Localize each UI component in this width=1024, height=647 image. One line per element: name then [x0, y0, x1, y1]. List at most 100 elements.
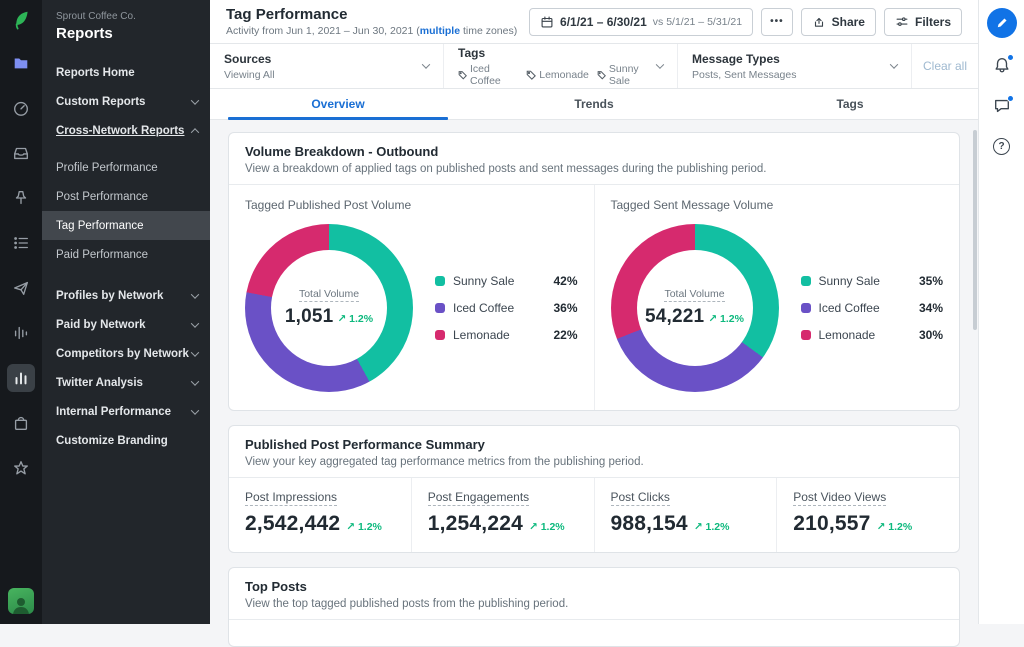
help-button[interactable]: ?: [993, 138, 1010, 155]
legend-swatch: [435, 303, 445, 313]
sidebar-item-paid-performance[interactable]: Paid Performance: [42, 240, 210, 269]
page-title: Tag Performance: [226, 6, 348, 23]
main-content: Tag Performance Activity from Jun 1, 202…: [210, 0, 978, 647]
sidebar-item-cross-network-reports[interactable]: Cross-Network Reports: [42, 116, 210, 145]
chevron-down-icon: [190, 347, 200, 357]
user-avatar[interactable]: [8, 588, 34, 614]
legend-swatch: [435, 276, 445, 286]
sources-filter-dropdown[interactable]: Sources Viewing All: [210, 44, 444, 88]
metric-post-clicks: Post Clicks 988,154 ↗ 1.2%: [595, 478, 778, 552]
notifications-button[interactable]: [993, 54, 1014, 79]
performance-summary-card: Published Post Performance Summary View …: [228, 425, 960, 553]
sliders-icon: [896, 16, 908, 26]
chart-title: Tagged Published Post Volume: [245, 198, 412, 212]
card-title: Top Posts: [245, 579, 307, 594]
delta-badge: ↗ 1.2%: [708, 313, 744, 325]
share-button[interactable]: Share: [800, 7, 876, 36]
sidebar-item-label: Cross-Network Reports: [56, 124, 185, 137]
sent-message-volume-panel: Tagged Sent Message Volume Total Volume …: [593, 185, 960, 410]
org-name: Sprout Coffee Co.: [56, 11, 136, 22]
sidebar-item-custom-reports[interactable]: Custom Reports: [42, 87, 210, 116]
chart-title: Tagged Sent Message Volume: [610, 198, 774, 212]
tags-filter-dropdown[interactable]: Tags Iced Coffee Lemonade Sunny Sale: [444, 44, 678, 88]
legend-swatch: [800, 330, 811, 340]
pin-icon[interactable]: [7, 184, 35, 212]
sidebar-item-label: Profile Performance: [56, 161, 158, 174]
chevron-down-icon: [190, 376, 200, 386]
legend-item: Lemonade 22%: [435, 328, 578, 342]
commerce-icon[interactable]: [7, 409, 35, 437]
legend-item: Sunny Sale 42%: [435, 274, 578, 288]
sprout-logo-icon[interactable]: [10, 9, 32, 31]
legend-item: Lemonade 30%: [800, 328, 943, 342]
more-button[interactable]: •••: [761, 7, 793, 36]
notification-dot: [1006, 54, 1014, 61]
chevron-down-icon: [190, 405, 200, 415]
sidebar-item-profile-performance[interactable]: Profile Performance: [42, 153, 210, 182]
legend-swatch: [435, 330, 445, 340]
report-header: Tag Performance Activity from Jun 1, 202…: [210, 0, 978, 44]
card-description: View the top tagged published posts from…: [245, 598, 569, 610]
sidebar-item-customize-branding[interactable]: Customize Branding: [42, 426, 210, 455]
sidebar-item-twitter-analysis[interactable]: Twitter Analysis: [42, 368, 210, 397]
list-icon[interactable]: [7, 229, 35, 257]
sidebar-item-post-performance[interactable]: Post Performance: [42, 182, 210, 211]
delta-badge: ↗ 1.2%: [337, 313, 374, 325]
delta-badge: ↗ 1.2%: [693, 521, 730, 533]
chevron-up-icon: [190, 127, 200, 137]
legend-swatch: [800, 276, 811, 286]
sidebar-item-competitors-by-network[interactable]: Competitors by Network: [42, 339, 210, 368]
sidebar-item-label: Paid by Network: [56, 318, 146, 331]
card-title: Volume Breakdown - Outbound: [245, 144, 439, 159]
pencil-icon: [997, 18, 1007, 28]
delta-badge: ↗ 1.2%: [528, 521, 565, 533]
sidebar-item-label: Customize Branding: [56, 434, 168, 447]
scrollbar[interactable]: [973, 130, 977, 330]
metric-post-video-views: Post Video Views 210,557 ↗ 1.2%: [793, 490, 913, 535]
notification-dot: [1006, 95, 1014, 102]
filters-button[interactable]: Filters: [883, 7, 962, 36]
card-description: View your key aggregated tag performance…: [245, 456, 644, 468]
sidebar-item-label: Twitter Analysis: [56, 376, 143, 389]
report-tabs: Overview Trends Tags: [210, 89, 978, 120]
chevron-down-icon: [190, 289, 200, 299]
compose-button[interactable]: [986, 8, 1017, 38]
tag-chip: Iced Coffee: [458, 63, 518, 87]
listening-icon[interactable]: [7, 319, 35, 347]
date-range-button[interactable]: 6/1/21 – 6/30/21 vs 5/1/21 – 5/31/21: [529, 7, 754, 36]
star-icon[interactable]: [7, 454, 35, 482]
sidebar-item-tag-performance[interactable]: Tag Performance: [42, 211, 210, 240]
share-icon: [814, 17, 823, 27]
tab-tags[interactable]: Tags: [722, 89, 978, 119]
chart-legend: Sunny Sale 35% Iced Coffee 34% Lemonade: [800, 274, 943, 342]
dashboard-icon[interactable]: [7, 94, 35, 122]
top-posts-card: Top Posts View the top tagged published …: [228, 567, 960, 647]
tab-trends[interactable]: Trends: [466, 89, 722, 119]
delta-badge: ↗ 1.2%: [876, 521, 913, 533]
sidebar-item-paid-by-network[interactable]: Paid by Network: [42, 310, 210, 339]
tag-icon: [526, 70, 537, 80]
analytics-icon[interactable]: [7, 364, 35, 392]
messages-button[interactable]: [993, 95, 1014, 120]
sidebar-item-label: Competitors by Network: [56, 347, 189, 360]
sidebar-item-label: Paid Performance: [56, 248, 149, 261]
page-subtitle: Activity from Jun 1, 2021 – Jun 30, 2021…: [226, 25, 518, 37]
sidebar-item-label: Post Performance: [56, 190, 149, 203]
ellipsis-icon: •••: [770, 16, 784, 27]
inbox-icon[interactable]: [7, 139, 35, 167]
legend-item: Iced Coffee 36%: [435, 301, 578, 315]
total-volume-label: Total Volume: [298, 288, 360, 302]
sidebar-item-reports-home[interactable]: Reports Home: [42, 58, 210, 87]
sent-message-volume-donut: Total Volume 54,221 ↗ 1.2%: [610, 224, 779, 392]
publishing-icon[interactable]: [7, 274, 35, 302]
sidebar-item-internal-performance[interactable]: Internal Performance: [42, 397, 210, 426]
chart-legend: Sunny Sale 42% Iced Coffee 36% Lemonade: [435, 274, 578, 342]
timezone-link[interactable]: multiple: [420, 25, 460, 37]
card-description: View a breakdown of applied tags on publ…: [245, 163, 767, 175]
message-types-filter-dropdown[interactable]: Message Types Posts, Sent Messages: [678, 44, 912, 88]
clear-all-button[interactable]: Clear all: [912, 44, 978, 88]
delta-badge: ↗ 1.2%: [346, 521, 382, 533]
tab-overview[interactable]: Overview: [210, 89, 466, 120]
sidebar-item-profiles-by-network[interactable]: Profiles by Network: [42, 281, 210, 310]
reports-icon[interactable]: [7, 49, 35, 77]
